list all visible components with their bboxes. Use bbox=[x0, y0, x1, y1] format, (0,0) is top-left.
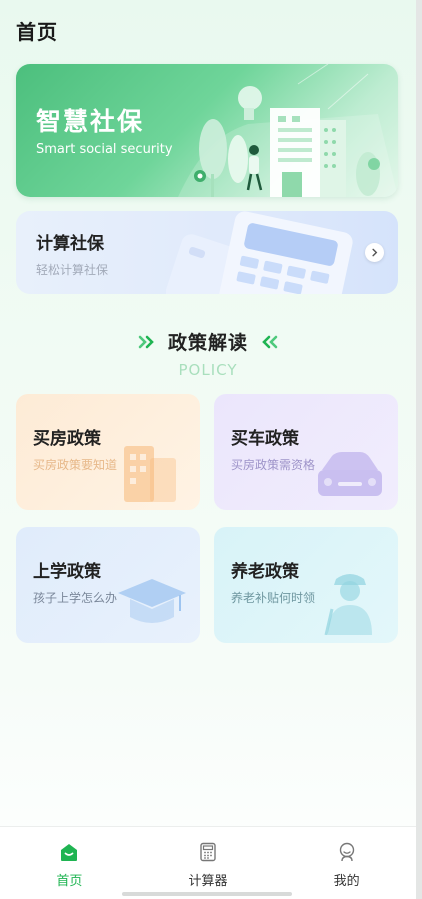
tab-label: 我的 bbox=[333, 874, 360, 889]
calc-card-subtitle: 轻松计算社保 bbox=[36, 263, 109, 277]
calculator-illustration bbox=[166, 211, 353, 294]
car-icon bbox=[318, 452, 382, 496]
calc-card-title: 计算社保 bbox=[36, 234, 104, 254]
graduation-cap-icon bbox=[118, 579, 186, 623]
home-indicator bbox=[122, 892, 292, 896]
tab-home[interactable]: 首页 bbox=[0, 827, 139, 899]
policy-section-title: 政策解读 bbox=[167, 332, 248, 354]
tab-label: 首页 bbox=[56, 874, 83, 889]
policy-card-car[interactable]: 买车政策 买房政策需资格 bbox=[214, 394, 398, 510]
policy-card-subtitle: 买房政策要知道 bbox=[33, 458, 118, 472]
banner-title: 智慧社保 bbox=[36, 107, 145, 136]
profile-icon bbox=[339, 842, 354, 862]
policy-card-subtitle: 买房政策需资格 bbox=[231, 458, 316, 472]
policy-section-header: 政策解读 POLICY bbox=[0, 328, 416, 379]
tab-profile[interactable]: 我的 bbox=[277, 827, 416, 899]
banner-subtitle: Smart social security bbox=[36, 142, 173, 157]
city-illustration bbox=[178, 64, 398, 197]
policy-card-house[interactable]: 买房政策 买房政策要知道 bbox=[16, 394, 200, 510]
calculator-icon bbox=[200, 842, 216, 862]
tab-label: 计算器 bbox=[188, 874, 228, 889]
double-chevron-left-icon bbox=[262, 335, 278, 348]
policy-section-subtitle: POLICY bbox=[178, 361, 238, 379]
policy-card-subtitle: 孩子上学怎么办 bbox=[33, 591, 118, 605]
policy-card-pension[interactable]: 养老政策 养老补贴何时领 bbox=[214, 527, 398, 643]
scrollbar-track bbox=[416, 0, 422, 899]
building-icon bbox=[124, 446, 176, 502]
calculate-social-security-card[interactable]: 计算社保 轻松计算社保 bbox=[16, 211, 398, 294]
policy-card-school[interactable]: 上学政策 孩子上学怎么办 bbox=[16, 527, 200, 643]
home-icon bbox=[61, 844, 78, 861]
elderly-person-icon bbox=[324, 574, 372, 635]
tab-calculator[interactable]: 计算器 bbox=[139, 827, 278, 899]
page-title: 首页 bbox=[16, 20, 58, 44]
policy-card-title: 养老政策 bbox=[231, 562, 299, 582]
double-chevron-right-icon bbox=[138, 335, 154, 348]
policy-card-title: 买车政策 bbox=[231, 429, 299, 449]
policy-card-title: 买房政策 bbox=[33, 429, 101, 449]
chevron-right-icon[interactable] bbox=[365, 243, 384, 262]
bottom-tab-bar: 首页 计算器 我的 bbox=[0, 826, 416, 899]
policy-card-subtitle: 养老补贴何时领 bbox=[231, 591, 316, 605]
smart-social-security-banner[interactable]: 智慧社保 Smart social security bbox=[16, 64, 398, 197]
policy-card-title: 上学政策 bbox=[33, 562, 101, 582]
